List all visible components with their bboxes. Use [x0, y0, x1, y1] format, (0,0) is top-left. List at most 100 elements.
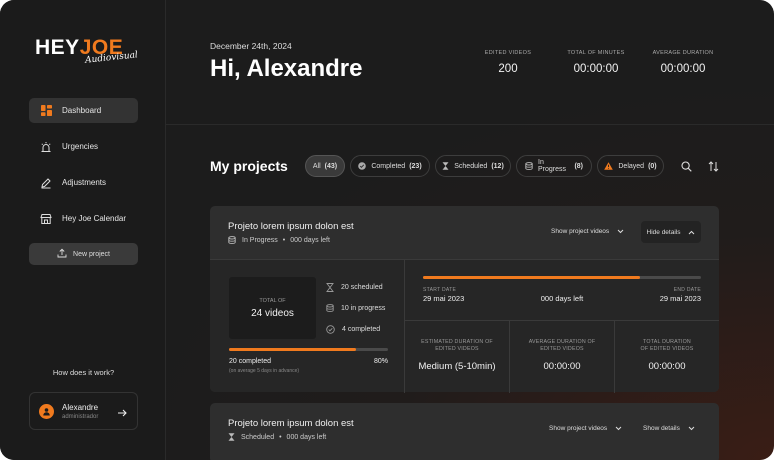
filter-scheduled[interactable]: Scheduled (12) [435, 155, 511, 177]
metric-label: ESTIMATED DURATION OF EDITED VIDEOS [421, 339, 493, 352]
button-label: Show project videos [551, 228, 610, 235]
dashboard-icon [40, 105, 52, 117]
end-date-label: END DATE [673, 287, 701, 293]
database-icon [326, 304, 334, 312]
siren-icon [40, 141, 52, 153]
days-left: 000 days left [290, 236, 330, 244]
divider [404, 320, 719, 321]
project-status: In Progress • 000 days left [228, 236, 330, 244]
chevron-down-icon [617, 229, 624, 234]
search-icon[interactable] [681, 159, 692, 177]
show-project-videos-button[interactable]: Show project videos [551, 228, 624, 235]
pencil-icon [40, 177, 52, 189]
total-value: 24 videos [251, 308, 294, 319]
sidebar: HEYJOE Audiovisual Dashboard Urgencies A… [0, 0, 166, 460]
hourglass-icon [326, 283, 334, 292]
metric-label: AVERAGE DURATION OF EDITED VIDEOS [528, 339, 596, 352]
check-circle-icon [326, 325, 335, 334]
filter-count: (23) [409, 162, 422, 170]
how-it-works-link[interactable]: How does it work? [29, 368, 138, 377]
filter-label: In Progress [538, 159, 567, 173]
days-left: 000 days left [286, 433, 327, 441]
stat-average-duration: AVERAGE DURATION 00:00:00 [638, 50, 728, 75]
app-window: HEYJOE Audiovisual Dashboard Urgencies A… [0, 0, 774, 460]
project-card: Projeto lorem ipsum dolon est In Progres… [210, 206, 719, 393]
project-title: Projeto lorem ipsum dolon est [228, 221, 354, 232]
completed-count: 4 completed [326, 325, 380, 334]
average-note: (on average 5 days in advance) [229, 368, 300, 374]
timeline-progress-bar [423, 276, 701, 279]
check-circle-icon [358, 162, 367, 170]
filter-completed[interactable]: Completed (23) [350, 155, 430, 177]
metric-total-duration: TOTAL DURATION OF EDITED VIDEOS 00:00:00 [615, 339, 719, 372]
logout-arrow-icon[interactable] [117, 405, 127, 423]
user-card[interactable]: Alexandre administrador [29, 392, 138, 430]
sidebar-item-label: Adjustments [62, 178, 107, 187]
sidebar-item-label: Hey Joe Calendar [62, 214, 127, 223]
filter-all[interactable]: All (43) [305, 155, 345, 177]
filter-delayed[interactable]: Delayed (0) [597, 155, 664, 177]
total-videos-box: TOTAL OF 24 videos [229, 277, 316, 339]
status-text: In Progress [242, 236, 278, 244]
sidebar-item-urgencies[interactable]: Urgencies [29, 134, 138, 159]
completed-label: 20 completed [229, 358, 272, 365]
status-text: Scheduled [241, 433, 275, 441]
in-progress-count: 10 in progress [326, 304, 385, 312]
total-label: TOTAL OF [259, 298, 286, 304]
sidebar-item-dashboard[interactable]: Dashboard [29, 98, 138, 123]
completed-percent: 80% [373, 358, 388, 365]
button-label: Show project videos [549, 425, 608, 432]
show-details-button[interactable]: Show details [643, 425, 695, 432]
hourglass-icon [228, 433, 235, 441]
sort-icon[interactable] [708, 159, 719, 177]
brand-logo[interactable]: HEYJOE Audiovisual [35, 36, 138, 76]
filter-in-progress[interactable]: In Progress (8) [516, 155, 592, 177]
header-divider [166, 124, 774, 125]
button-label: Show details [643, 425, 680, 432]
filter-count: (12) [491, 162, 504, 170]
store-icon [40, 213, 52, 225]
chevron-up-icon [688, 230, 695, 235]
sidebar-item-adjustments[interactable]: Adjustments [29, 170, 138, 195]
user-name: Alexandre [62, 402, 99, 412]
show-project-videos-button[interactable]: Show project videos [549, 425, 622, 432]
stat-value: 00:00:00 [573, 63, 619, 75]
filter-count: (0) [648, 162, 657, 170]
new-project-label: New project [73, 250, 110, 258]
hourglass-icon [442, 162, 449, 170]
project-status: Scheduled • 000 days left [228, 433, 326, 441]
chevron-down-icon [615, 426, 622, 431]
project-title: Projeto lorem ipsum dolon est [228, 418, 354, 429]
stat-total-minutes: TOTAL OF MINUTES 00:00:00 [551, 50, 641, 75]
completion-progress-bar [229, 348, 388, 351]
current-date: December 24th, 2024 [210, 41, 292, 51]
filter-count: (43) [324, 162, 338, 170]
progress-fill [423, 276, 640, 279]
database-icon [525, 162, 533, 170]
filter-label: Delayed [618, 162, 645, 170]
stat-label: TOTAL OF MINUTES [567, 50, 625, 56]
end-date-value: 29 mai 2023 [659, 294, 701, 303]
stat-label: EDITED VIDEOS [484, 50, 532, 56]
filter-count: (8) [574, 162, 583, 170]
sidebar-item-label: Dashboard [62, 106, 102, 115]
metric-label: TOTAL DURATION OF EDITED VIDEOS [640, 339, 694, 352]
scheduled-count: 20 scheduled [326, 283, 383, 292]
project-card: Projeto lorem ipsum dolon est Scheduled … [210, 403, 719, 460]
separator-dot: • [282, 236, 286, 244]
filter-label: Scheduled [454, 162, 488, 170]
page-title: Hi, Alexandre [210, 55, 363, 82]
progress-fill [229, 348, 357, 351]
metric-value: 00:00:00 [543, 361, 581, 372]
new-project-button[interactable]: New project [29, 243, 138, 265]
timeline-days-left: 000 days left [540, 294, 584, 303]
upload-icon [57, 248, 67, 260]
filter-label: Completed [371, 162, 406, 170]
sidebar-item-calendar[interactable]: Hey Joe Calendar [29, 206, 138, 231]
stat-value: 00:00:00 [660, 63, 706, 75]
avatar [39, 403, 54, 419]
hide-details-button[interactable]: Hide details [641, 221, 701, 243]
metric-average-duration: AVERAGE DURATION OF EDITED VIDEOS 00:00:0… [510, 339, 614, 372]
warning-icon [604, 162, 614, 170]
filter-label: All [312, 162, 321, 170]
